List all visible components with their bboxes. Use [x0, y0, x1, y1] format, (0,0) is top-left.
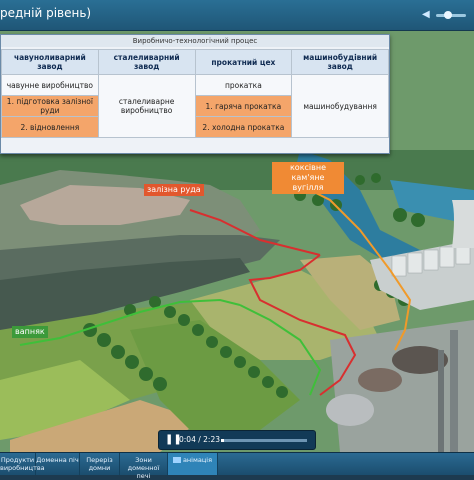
table-cell: машинобудування	[291, 74, 389, 138]
label-coke-coal: коксівне кам'яне вугілля	[272, 162, 344, 194]
tab-products[interactable]: Продукти виробництва	[0, 453, 45, 475]
column-header-iron-foundry: чавуноливарний завод	[1, 49, 99, 75]
panel-title: Виробничо-технологічний процес	[1, 35, 389, 47]
speaker-icon: ◀	[422, 9, 430, 20]
column-header-rolling-shop: прокатний цех	[194, 49, 293, 75]
film-icon	[172, 457, 181, 463]
tab-furnace-zones[interactable]: Зони доменної печі	[120, 453, 168, 480]
table-cell: 2. відновлення	[1, 116, 99, 138]
time-readout: 0:04 / 2:23	[179, 435, 220, 444]
media-player: ❚❚ 0:04 / 2:23	[158, 430, 316, 450]
column-header-steel-plant: сталеливарний завод	[97, 49, 196, 75]
table-cell: чавунне виробництво	[1, 74, 99, 96]
seek-bar[interactable]	[221, 439, 307, 442]
label-limestone: вапняк	[12, 326, 48, 338]
tab-animation-label: анімація	[182, 456, 213, 464]
bottom-navigation: Продукти виробництва Доменна піч Переріз…	[0, 452, 474, 480]
volume-control[interactable]: ◀	[422, 10, 468, 20]
app-title: редній рівень)	[0, 6, 92, 20]
volume-knob[interactable]	[444, 11, 452, 19]
tab-blast-furnace[interactable]: Доменна піч	[36, 453, 80, 475]
top-toolbar: редній рівень) ◀	[0, 0, 474, 31]
total-time: 2:23	[203, 435, 220, 444]
table-cell: 2. холодна прокатка	[194, 116, 293, 138]
column-header-machine-plant: машинобудівний завод	[291, 49, 389, 75]
table-cell: прокатка	[194, 74, 293, 96]
table-cell: 1. підготовка залізної руди	[1, 95, 99, 117]
table-cell: 1. гаряча прокатка	[194, 95, 293, 117]
current-time: 0:04	[179, 435, 196, 444]
tab-animation[interactable]: анімація	[168, 453, 218, 475]
tab-furnace-section[interactable]: Переріз домни	[80, 453, 120, 475]
process-panel: Виробничо-технологічний процес чавунолив…	[0, 34, 390, 154]
seek-bar-fill	[221, 439, 224, 442]
label-iron-ore: залізна руда	[144, 184, 204, 196]
process-table: чавуноливарний завод сталеливарний завод…	[1, 49, 389, 138]
table-cell: сталеливарне виробництво	[97, 74, 196, 138]
